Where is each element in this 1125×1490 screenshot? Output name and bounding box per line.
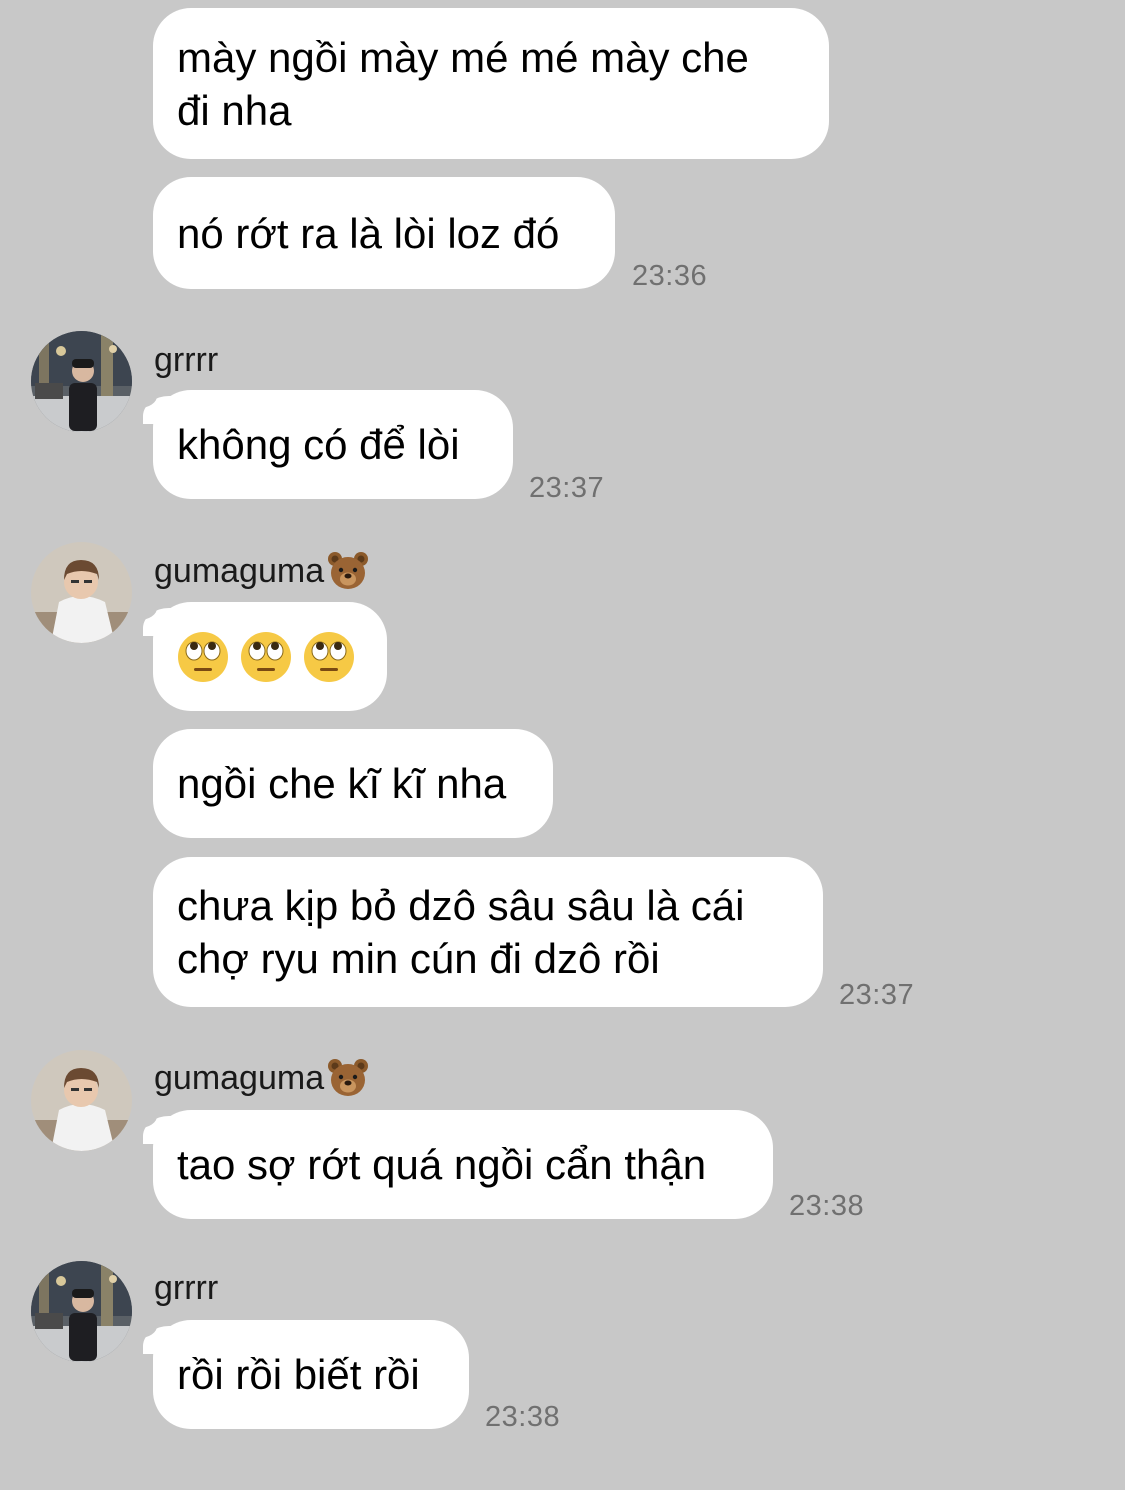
message-timestamp: 23:37 <box>839 979 915 1011</box>
face-with-rolling-eyes-icon <box>241 631 291 682</box>
message-bubble[interactable]: mày ngồi mày mé mé mày che đi nha <box>153 8 829 159</box>
sender-name: grrrr <box>154 340 219 379</box>
message-timestamp: 23:36 <box>632 260 708 292</box>
sender-name: gumaguma <box>154 1057 369 1099</box>
bear-face-icon <box>328 552 369 589</box>
sender-name: gumaguma <box>154 550 369 592</box>
message-text: tao sợ rớt quá ngồi cẩn thận <box>177 1141 707 1188</box>
avatar-photo <box>31 1261 132 1362</box>
avatar[interactable] <box>31 1261 132 1362</box>
message-timestamp: 23:38 <box>485 1401 561 1433</box>
message-text: đi nha <box>177 86 292 134</box>
message-bubble[interactable]: không có để lòi <box>153 390 513 499</box>
message-text: chưa kịp bỏ dzô sâu sâu là cái <box>177 882 745 929</box>
message-bubble[interactable]: nó rớt ra là lòi loz đó <box>153 177 615 289</box>
message-bubble[interactable]: ngồi che kĩ kĩ nha <box>153 729 553 838</box>
message-bubble[interactable]: chưa kịp bỏ dzô sâu sâu là cái chợ ryu m… <box>153 857 823 1007</box>
message-text: chợ ryu min cún đi dzô rồi <box>177 935 660 982</box>
message-text: ngồi che kĩ kĩ nha <box>177 760 507 807</box>
sender-name: grrrr <box>154 1268 219 1307</box>
chat-thread: mày ngồi mày mé mé mày che đi nha nó rớt… <box>0 0 1125 1490</box>
message-bubble[interactable]: tao sợ rớt quá ngồi cẩn thận <box>153 1110 773 1219</box>
emoji-row <box>177 631 363 683</box>
message-timestamp: 23:38 <box>789 1190 865 1222</box>
avatar[interactable] <box>31 542 132 643</box>
message-text: nó rớt ra là lòi loz đó <box>177 209 560 257</box>
avatar-photo <box>31 331 132 432</box>
face-with-rolling-eyes-icon <box>304 631 354 682</box>
bear-face-icon <box>328 1059 369 1096</box>
avatar-photo <box>31 1050 132 1151</box>
face-with-rolling-eyes-icon <box>178 631 228 682</box>
avatar-photo <box>31 542 132 643</box>
avatar[interactable] <box>31 1050 132 1151</box>
avatar[interactable] <box>31 331 132 432</box>
message-text: mày ngồi mày mé mé mày che <box>177 33 749 81</box>
message-text: rồi rồi biết rồi <box>177 1351 420 1398</box>
message-timestamp: 23:37 <box>529 472 605 504</box>
message-bubble[interactable] <box>153 602 387 711</box>
message-bubble[interactable]: rồi rồi biết rồi <box>153 1320 469 1429</box>
message-text: không có để lòi <box>177 421 460 468</box>
